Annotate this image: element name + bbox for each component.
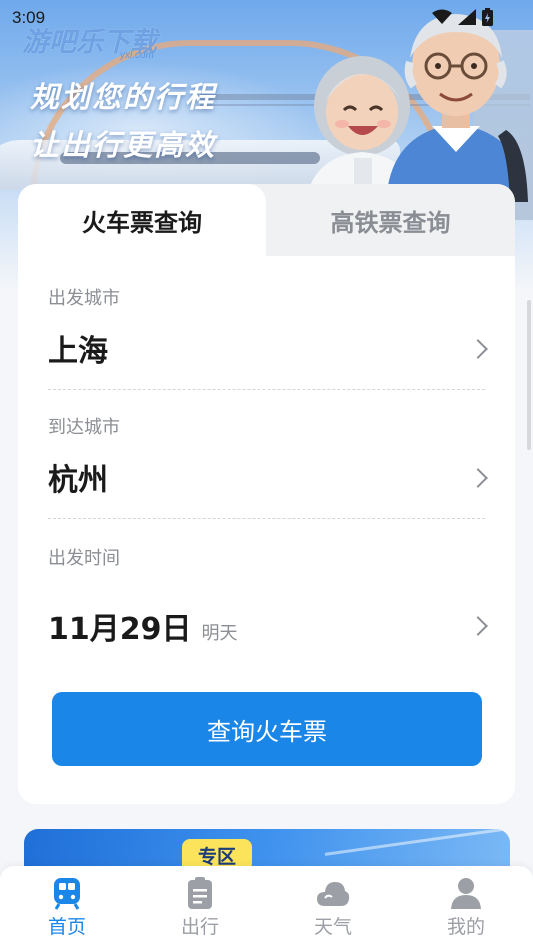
watermark-domain: yxl.com [120,50,154,61]
arrival-city-value: 杭州 [48,463,108,498]
chevron-right-icon [468,616,488,636]
arrival-city-label: 到达城市 [48,417,120,438]
field-divider [48,389,485,390]
scrollbar[interactable] [527,300,531,450]
nav-label-mine: 我的 [446,916,485,938]
bottom-navigation: 首页 出行 天气 我的 [0,866,533,948]
battery-icon [482,8,493,26]
tab-high-speed-ticket-query[interactable]: 高铁票查询 [266,184,515,256]
cloud-icon [317,882,350,906]
chevron-right-icon [468,339,488,359]
nav-item-mine[interactable]: 我的 [421,876,511,942]
clipboard-icon [188,877,212,909]
departure-city-value: 上海 [48,334,108,369]
arrival-city-field[interactable]: 到达城市 杭州 [48,413,488,503]
elderly-man-illustration [386,14,528,202]
tab-train-ticket-query[interactable]: 火车票查询 [18,184,266,256]
promo-light-streak [324,829,510,856]
status-bar-icons [432,8,493,26]
departure-date-label: 出发时间 [48,548,120,569]
ticket-query-card: 火车票查询 高铁票查询 出发城市 上海 到达城市 杭州 出发时间 11月29日明… [18,184,515,804]
person-icon [451,878,481,909]
cellular-signal-icon [458,9,476,25]
departure-date-relative: 明天 [201,623,238,644]
nav-item-home[interactable]: 首页 [22,876,112,942]
query-tabs: 火车票查询 高铁票查询 [18,184,515,256]
departure-date-value-row: 11月29日 明天 [48,604,238,648]
wifi-icon [432,9,452,24]
departure-date-value: 11月29日 [48,612,192,647]
nav-label-travel: 出行 [180,916,219,938]
nav-item-travel[interactable]: 出行 [155,876,245,942]
departure-city-label: 出发城市 [48,288,120,309]
departure-date-field[interactable]: 出发时间 11月29日 明天 [48,544,488,654]
nav-item-weather[interactable]: 天气 [288,876,378,942]
banner-slogan-line-1: 规划您的行程 [30,80,217,114]
train-icon [54,878,80,910]
nav-label-home: 首页 [47,916,86,938]
field-divider [48,518,485,519]
nav-label-weather: 天气 [313,916,352,938]
departure-city-field[interactable]: 出发城市 上海 [48,284,488,374]
chevron-right-icon [468,468,488,488]
banner-slogan-line-2: 让出行更高效 [30,128,217,162]
search-train-tickets-button[interactable]: 查询火车票 [52,692,482,766]
